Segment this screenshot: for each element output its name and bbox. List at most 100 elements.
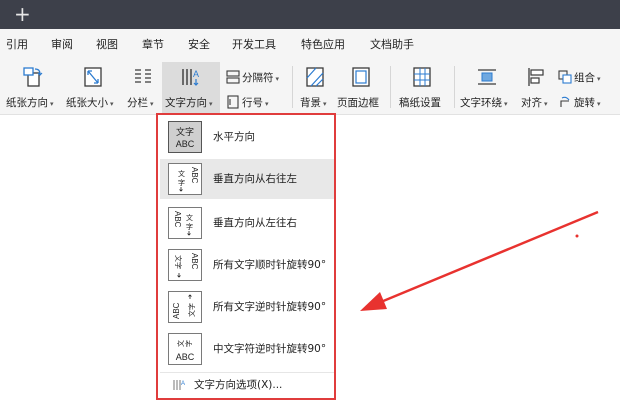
chevron-down-icon: ▾	[597, 75, 601, 83]
menu-item-chapter[interactable]: 章节	[142, 29, 164, 61]
chevron-down-icon: ▾	[50, 100, 54, 108]
text-direction-option-vertical-rtl[interactable]: ABC 文 字 垂直方向从右往左	[160, 159, 334, 199]
chevron-down-icon: ▾	[323, 100, 327, 108]
rotate-label: 旋转	[574, 97, 595, 109]
paper-direction-button[interactable]: 纸张方向 ▾	[4, 62, 60, 114]
columns-button[interactable]: 分栏 ▾	[124, 62, 162, 114]
option-label: 中文字符逆时针旋转90°	[213, 343, 327, 355]
chevron-down-icon: ▾	[150, 100, 154, 108]
svg-text:文: 文	[186, 213, 193, 222]
manuscript-settings-button[interactable]: 稿纸设置	[394, 62, 450, 114]
line-number-icon	[227, 95, 239, 109]
group-label: 组合	[574, 72, 595, 84]
arrow-shaft	[375, 210, 599, 306]
svg-text:字: 字	[178, 178, 185, 187]
paper-size-button[interactable]: 纸张大小 ▾	[64, 62, 122, 114]
paper-size-icon	[84, 67, 102, 87]
text-direction-option-vertical-ltr[interactable]: ABC 文 字 垂直方向从左往右	[160, 203, 334, 243]
svg-text:ABC: ABC	[190, 167, 199, 184]
cjk-rotate-ccw-text-icon: 文 字 ABC	[168, 333, 202, 365]
ribbon-separator	[454, 66, 455, 108]
align-icon	[528, 68, 544, 86]
svg-text:ABC: ABC	[173, 211, 182, 228]
svg-text:ABC: ABC	[172, 302, 181, 319]
text-direction-option-rotate-ccw[interactable]: ABC 文字 所有文字逆时针旋转90°	[160, 287, 334, 327]
option-label: 水平方向	[213, 131, 255, 143]
chevron-down-icon: ▾	[265, 100, 269, 108]
paper-orientation-icon	[23, 67, 43, 87]
line-number-label: 行号	[242, 97, 263, 109]
vertical-rtl-text-icon: ABC 文 字	[168, 163, 202, 195]
menu-bar: 引用 审阅 视图 章节 安全 开发工具 特色应用 文档助手	[0, 29, 620, 61]
svg-text:A: A	[193, 69, 199, 79]
text-direction-icon: A	[182, 69, 199, 86]
svg-text:ABC: ABC	[176, 352, 195, 362]
chevron-down-icon: ▾	[597, 100, 601, 108]
text-direction-small-icon: A	[173, 380, 185, 390]
horizontal-text-icon: 文字 ABC	[168, 121, 202, 153]
text-wrap-icon	[478, 69, 496, 85]
arrow-head-icon	[360, 292, 387, 311]
options-label: 文字方向选项(X)...	[194, 379, 283, 391]
text-direction-dropdown: 文字 ABC 水平方向 ABC 文 字 垂直方向从右往左 ABC 文 字 垂直方	[156, 113, 336, 400]
columns-icon	[135, 69, 151, 83]
line-number-button[interactable]: 行号 ▾	[226, 93, 290, 111]
background-label: 背景	[300, 97, 321, 109]
menu-item-doc-assistant[interactable]: 文档助手	[370, 29, 414, 61]
rotate-button[interactable]: 旋转 ▾	[558, 93, 620, 111]
separator-label: 分隔符	[242, 72, 274, 84]
menu-item-view[interactable]: 视图	[96, 29, 118, 61]
text-direction-label: 文字方向	[165, 97, 207, 109]
ribbon-separator	[390, 66, 391, 108]
page-border-label: 页面边框	[337, 97, 379, 109]
svg-text:文字: 文字	[174, 255, 183, 269]
text-wrap-label: 文字环绕	[460, 97, 502, 109]
new-tab-button[interactable]: +	[14, 1, 31, 27]
text-direction-option-cjk-rotate-ccw[interactable]: 文 字 ABC 中文字符逆时针旋转90°	[160, 329, 334, 369]
rotate-cw-text-icon: ABC 文字	[168, 249, 202, 281]
vertical-ltr-text-icon: ABC 文 字	[168, 207, 202, 239]
chevron-down-icon: ▾	[504, 100, 508, 108]
chevron-down-icon: ▾	[110, 100, 114, 108]
rotate-icon	[560, 96, 570, 107]
text-wrap-button[interactable]: 文字环绕 ▾	[458, 62, 518, 114]
svg-text:A: A	[181, 381, 185, 387]
title-bar: +	[0, 0, 620, 29]
svg-text:字: 字	[186, 222, 193, 231]
separator-icon	[226, 70, 240, 84]
menu-item-developer-tools[interactable]: 开发工具	[232, 29, 276, 61]
menu-item-references[interactable]: 引用	[6, 29, 28, 61]
page-border-button[interactable]: 页面边框	[336, 62, 386, 114]
background-icon	[306, 67, 324, 87]
menu-item-special-apps[interactable]: 特色应用	[301, 29, 345, 61]
option-label: 所有文字逆时针旋转90°	[213, 301, 327, 313]
text-direction-option-horizontal[interactable]: 文字 ABC 水平方向	[160, 117, 334, 157]
svg-text:ABC: ABC	[176, 139, 195, 149]
chevron-down-icon: ▾	[275, 75, 280, 83]
align-button[interactable]: 对齐 ▾	[518, 62, 556, 114]
ribbon-separator	[292, 66, 293, 108]
columns-label: 分栏	[127, 97, 148, 109]
menu-item-security[interactable]: 安全	[188, 29, 210, 61]
text-direction-options-button[interactable]: A 文字方向选项(X)...	[160, 372, 334, 396]
annotation-dot	[575, 234, 579, 238]
svg-text:文: 文	[176, 340, 185, 347]
svg-text:文字: 文字	[187, 303, 196, 317]
text-direction-button[interactable]: A 文字方向 ▾	[162, 62, 220, 114]
manuscript-grid-icon	[413, 67, 431, 87]
separator-button[interactable]: 分隔符 ▾	[226, 68, 290, 86]
text-direction-option-rotate-cw[interactable]: ABC 文字 所有文字顺时针旋转90°	[160, 245, 334, 285]
option-label: 所有文字顺时针旋转90°	[213, 259, 327, 271]
menu-item-review[interactable]: 审阅	[51, 29, 73, 61]
svg-text:文字: 文字	[176, 126, 194, 138]
page-border-icon	[352, 67, 370, 87]
svg-text:文: 文	[178, 169, 185, 178]
manuscript-settings-label: 稿纸设置	[399, 97, 441, 109]
chevron-down-icon: ▾	[544, 100, 548, 108]
svg-text:字: 字	[184, 340, 193, 347]
group-button[interactable]: 组合 ▾	[558, 68, 620, 86]
background-button[interactable]: 背景 ▾	[296, 62, 334, 114]
group-icon	[558, 70, 572, 84]
align-label: 对齐	[521, 97, 542, 109]
paper-size-label: 纸张大小	[66, 97, 108, 109]
